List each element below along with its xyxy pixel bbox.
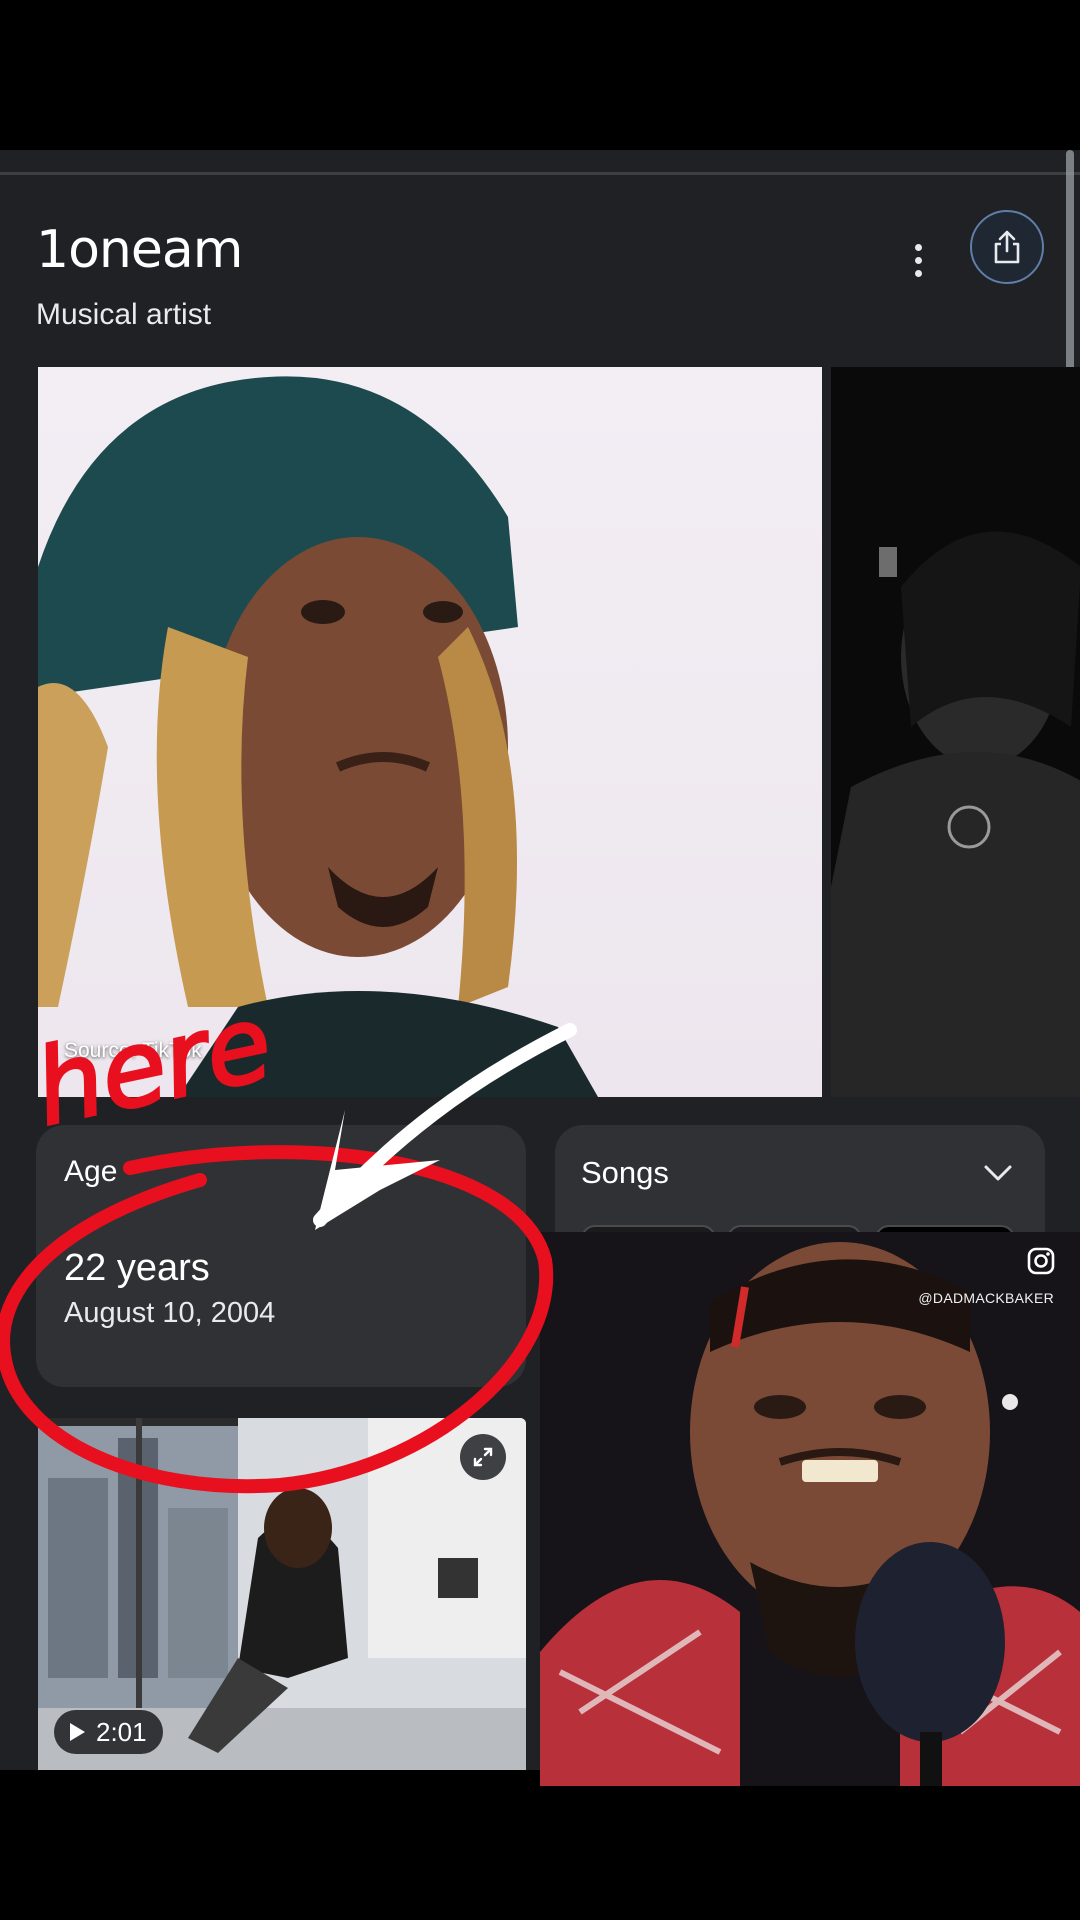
image-source-label: Source: TikTok xyxy=(64,1039,202,1062)
age-card[interactable]: Age 22 years August 10, 2004 xyxy=(36,1125,526,1387)
artist-photo-2[interactable] xyxy=(831,367,1080,1097)
entity-type: Musical artist xyxy=(36,298,212,331)
page-title: 1oneam xyxy=(36,220,243,280)
artist-portrait-image xyxy=(38,376,598,1097)
expand-button[interactable] xyxy=(460,1434,506,1480)
chevron-down-icon[interactable] xyxy=(983,1163,1013,1183)
artist-photo-image xyxy=(831,367,1080,1097)
more-options-button[interactable] xyxy=(900,235,936,285)
share-button[interactable] xyxy=(970,210,1044,284)
divider xyxy=(0,172,1080,175)
video-duration: 2:01 xyxy=(96,1716,147,1747)
video-thumbnail[interactable]: 2:01 xyxy=(38,1418,526,1770)
more-vert-icon xyxy=(914,243,922,251)
artist-photo[interactable]: Source: TikTok xyxy=(38,367,822,1097)
fullscreen-icon xyxy=(473,1447,493,1467)
overlay-video[interactable]: @DADMACKBAKER xyxy=(540,1232,1080,1786)
share-icon xyxy=(994,230,1020,264)
creator-handle: @DADMACKBAKER xyxy=(918,1290,1054,1306)
age-label: Age xyxy=(64,1155,118,1188)
creator-video-frame xyxy=(540,1232,1080,1786)
play-icon xyxy=(70,1723,85,1741)
video-duration-chip[interactable]: 2:01 xyxy=(54,1710,163,1754)
instagram-icon xyxy=(1027,1247,1055,1275)
age-value: 22 years xyxy=(64,1247,210,1289)
birth-date: August 10, 2004 xyxy=(64,1297,276,1329)
songs-label: Songs xyxy=(581,1155,669,1190)
